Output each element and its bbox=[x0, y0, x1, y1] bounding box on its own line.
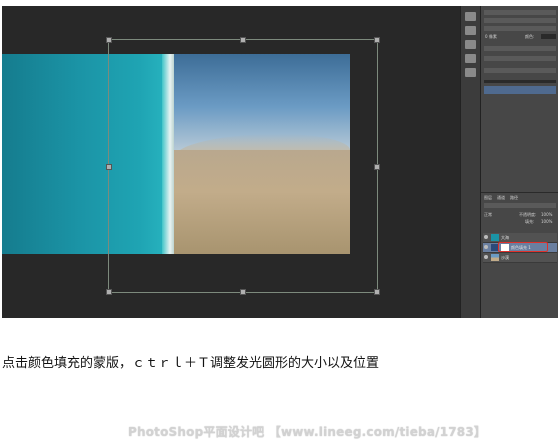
channels-tab[interactable]: 通道 bbox=[497, 195, 505, 200]
char-style-row[interactable] bbox=[484, 46, 556, 51]
layer-thumbnail bbox=[491, 234, 499, 241]
paragraph-icon[interactable] bbox=[465, 54, 476, 63]
brush-icon[interactable] bbox=[465, 68, 476, 77]
layer-name: 沙漠 bbox=[501, 255, 509, 260]
transform-handle-bottom[interactable] bbox=[240, 289, 246, 295]
char-size-row[interactable] bbox=[484, 18, 556, 23]
layer-thumbnail bbox=[491, 254, 499, 261]
panel-icon-rail bbox=[460, 6, 481, 318]
transform-handle-right[interactable] bbox=[374, 164, 380, 170]
char-color-label: 颜色: bbox=[525, 34, 535, 39]
transform-handle-br[interactable] bbox=[374, 289, 380, 295]
char-options-row[interactable] bbox=[484, 56, 556, 61]
free-transform-box[interactable] bbox=[106, 37, 380, 295]
layer-name: 大海 bbox=[501, 235, 509, 240]
transform-handle-bl[interactable] bbox=[106, 289, 112, 295]
visibility-eye-icon[interactable] bbox=[484, 255, 488, 259]
char-color-swatch[interactable] bbox=[541, 34, 556, 39]
tutorial-caption: 点击颜色填充的蒙版，ｃｔｒｌ＋Ｔ调整发光圆形的大小以及位置 bbox=[2, 356, 380, 371]
canvas-workspace[interactable] bbox=[2, 6, 460, 318]
history-state[interactable] bbox=[484, 86, 556, 94]
layer-row-desert[interactable]: 沙漠 bbox=[483, 253, 557, 263]
watermark-text: PhotoShop平面设计吧 【www.lineeg.com/tieba/178… bbox=[128, 425, 487, 439]
layers-panel: 图层 通道 路径 正常 不透明度: 100% 填充: 100% 大海 颜色填充 … bbox=[481, 192, 558, 318]
transform-handle-tl[interactable] bbox=[106, 37, 112, 43]
transform-handle-left[interactable] bbox=[106, 164, 112, 170]
right-panels: 0 像素 颜色: 图层 通道 路径 正常 不透明度: 100% 填充: 100%… bbox=[480, 6, 558, 318]
history-icon[interactable] bbox=[465, 12, 476, 21]
blend-mode-select[interactable]: 正常 bbox=[484, 212, 492, 217]
fill-label: 填充: bbox=[525, 219, 535, 224]
char-font-row[interactable] bbox=[484, 10, 556, 15]
layers-tab[interactable]: 图层 bbox=[484, 195, 492, 200]
layer-filter-row[interactable] bbox=[484, 203, 556, 208]
transform-handle-top[interactable] bbox=[240, 37, 246, 43]
photoshop-screenshot: 0 像素 颜色: 图层 通道 路径 正常 不透明度: 100% 填充: 100%… bbox=[2, 6, 558, 318]
layer-row-color-fill[interactable]: 颜色填充 1 bbox=[483, 242, 557, 253]
visibility-eye-icon[interactable] bbox=[484, 245, 488, 249]
opacity-label: 不透明度: bbox=[519, 212, 537, 217]
fill-value[interactable]: 100% bbox=[541, 219, 552, 224]
paths-tab[interactable]: 路径 bbox=[510, 195, 518, 200]
char-font-size: 0 像素 bbox=[485, 34, 497, 39]
highlight-box bbox=[498, 242, 548, 252]
transform-handle-tr[interactable] bbox=[374, 37, 380, 43]
opacity-value[interactable]: 100% bbox=[541, 212, 552, 217]
panel-divider bbox=[484, 80, 556, 83]
visibility-eye-icon[interactable] bbox=[484, 235, 488, 239]
properties-icon[interactable] bbox=[465, 26, 476, 35]
character-icon[interactable] bbox=[465, 40, 476, 49]
char-tracking-row[interactable] bbox=[484, 26, 556, 31]
char-lang-row[interactable] bbox=[484, 68, 556, 73]
